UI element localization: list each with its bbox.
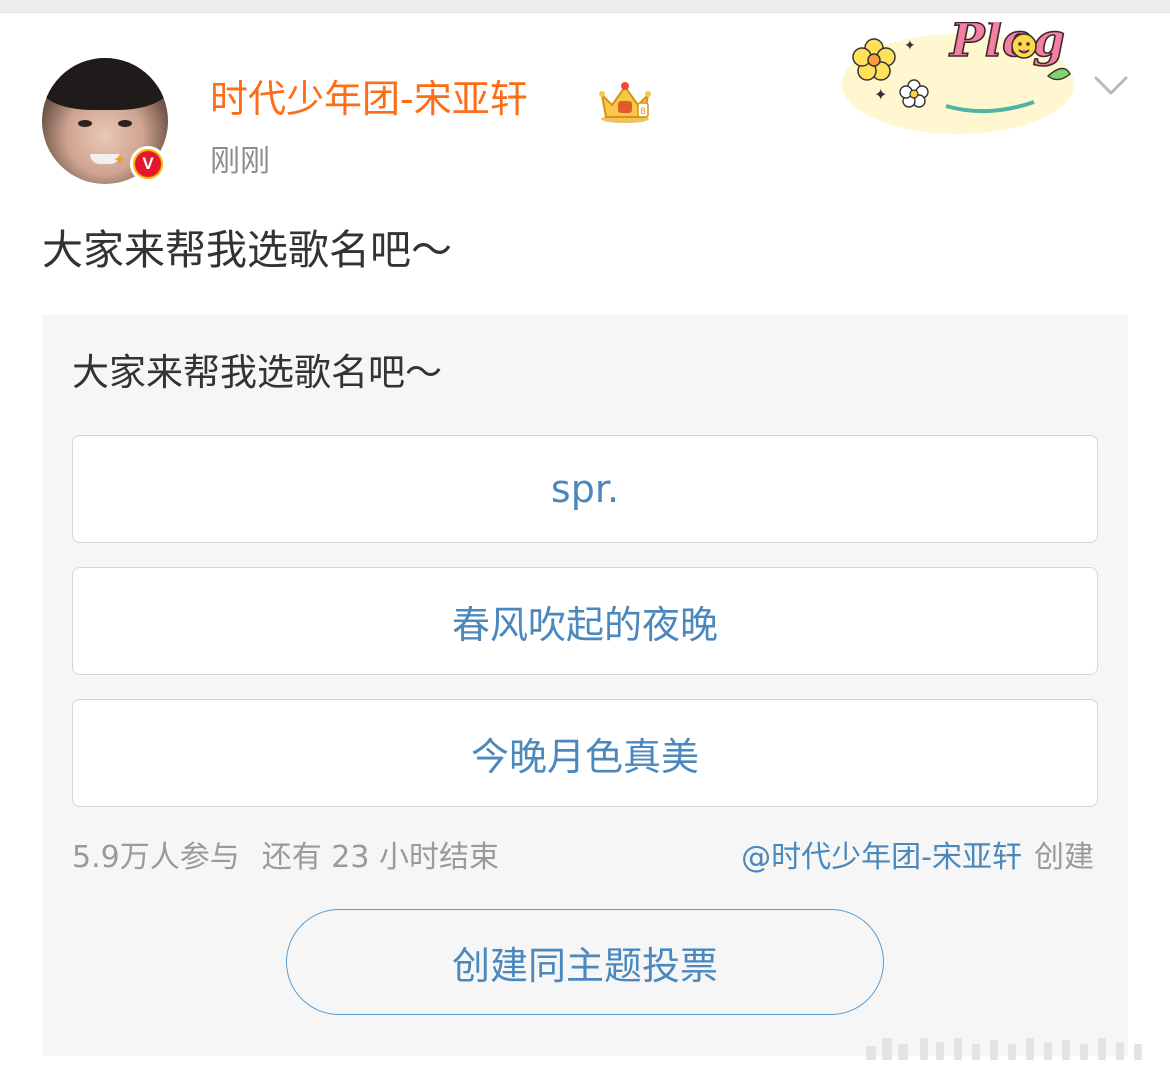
create-same-topic-poll-button[interactable]: 创建同主题投票 xyxy=(286,909,884,1015)
svg-text:✦: ✦ xyxy=(874,85,887,104)
avatar-hair xyxy=(42,58,168,110)
poll-card: 大家来帮我选歌名吧～ spr. 春风吹起的夜晚 今晚月色真美 5.9万人参与 还有… xyxy=(42,315,1128,1056)
post-text: 大家来帮我选歌名吧～ xyxy=(42,226,452,274)
poll-title: 大家来帮我选歌名吧～ xyxy=(72,351,442,394)
svg-text:8: 8 xyxy=(640,107,646,117)
poll-creator-line: @时代少年团-宋亚轩 创建 xyxy=(741,835,1094,881)
avatar-eye-left xyxy=(78,120,92,127)
poll-remaining-time: 还有 23 小时结束 xyxy=(261,840,499,875)
poll-creator-link[interactable]: @时代少年团-宋亚轩 xyxy=(741,840,1022,875)
avatar-eye-right xyxy=(118,120,132,127)
svg-text:✦: ✦ xyxy=(904,38,916,54)
chevron-down-icon[interactable] xyxy=(1090,66,1132,102)
poll-meta: 5.9万人参与 还有 23 小时结束 xyxy=(72,835,499,881)
watermark xyxy=(866,1038,1142,1060)
post-timestamp: 刚刚 xyxy=(210,144,270,179)
author-name[interactable]: 时代少年团-宋亚轩 xyxy=(210,72,528,126)
top-status-strip xyxy=(0,0,1170,13)
plog-sticker: ✦ ✦ Plog xyxy=(842,22,1074,134)
crown-icon[interactable]: 8 xyxy=(596,79,654,123)
poll-creator-action: 创建 xyxy=(1034,840,1094,875)
poll-participants: 5.9万人参与 xyxy=(72,840,240,875)
poll-option-1[interactable]: spr. xyxy=(72,435,1098,543)
svg-text:Plog: Plog xyxy=(948,22,1065,67)
poll-option-2[interactable]: 春风吹起的夜晚 xyxy=(72,567,1098,675)
poll-option-3[interactable]: 今晚月色真美 xyxy=(72,699,1098,807)
sparkle-icon: ✦ xyxy=(113,150,127,169)
verified-v-icon: V xyxy=(130,146,166,182)
